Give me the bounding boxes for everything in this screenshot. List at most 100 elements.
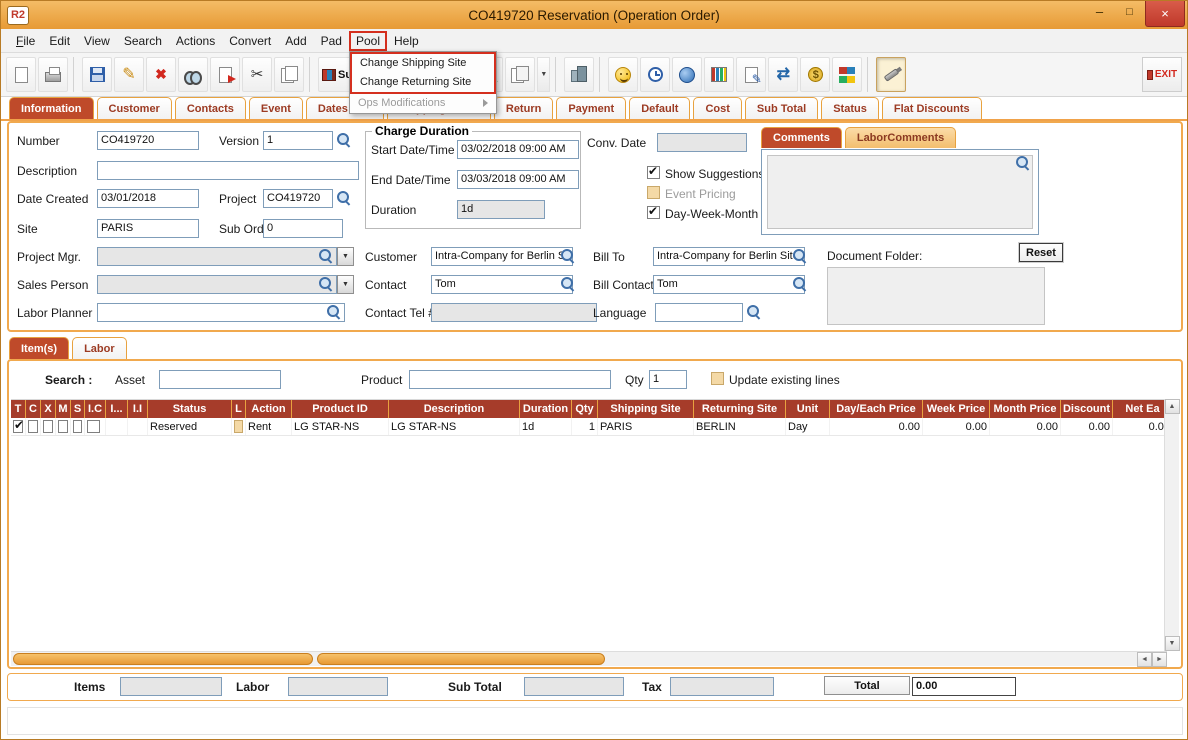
maximize-button[interactable]: □ bbox=[1115, 1, 1144, 22]
col-header-discount[interactable]: Discount bbox=[1061, 400, 1113, 418]
notes-button[interactable] bbox=[736, 57, 767, 92]
tab-flat-discounts[interactable]: Flat Discounts bbox=[881, 97, 982, 119]
col-header-ic[interactable]: I.C bbox=[85, 400, 106, 418]
cell-unit[interactable]: Day bbox=[786, 418, 830, 435]
bill-contact-search-icon[interactable] bbox=[793, 277, 807, 291]
dwm-pricing-checkbox[interactable] bbox=[647, 204, 660, 219]
menu-actions[interactable]: Actions bbox=[169, 31, 222, 51]
menu-convert[interactable]: Convert bbox=[222, 31, 278, 51]
menu-edit[interactable]: Edit bbox=[42, 31, 77, 51]
finance-button[interactable] bbox=[800, 57, 831, 92]
c-checkbox[interactable] bbox=[28, 420, 38, 433]
col-header-month-price[interactable]: Month Price bbox=[990, 400, 1061, 418]
menu-view[interactable]: View bbox=[77, 31, 117, 51]
catalog-button[interactable] bbox=[704, 57, 735, 92]
project-search-icon[interactable] bbox=[337, 191, 351, 205]
cell-l[interactable] bbox=[232, 418, 246, 435]
start-datetime-field[interactable]: 03/02/2018 09:00 AM bbox=[457, 140, 579, 159]
ic-checkbox[interactable] bbox=[87, 420, 100, 433]
scroll-right-icon[interactable]: ► bbox=[1152, 652, 1167, 667]
find-button[interactable] bbox=[178, 57, 208, 92]
col-header-t[interactable]: T bbox=[11, 400, 26, 418]
col-header-product-id[interactable]: Product ID bbox=[292, 400, 389, 418]
document-folder-box[interactable] bbox=[827, 267, 1045, 325]
cell-duration[interactable]: 1d bbox=[520, 418, 572, 435]
tab-labor-comments[interactable]: LaborComments bbox=[844, 127, 957, 148]
export-button[interactable] bbox=[210, 57, 240, 92]
labor-planner-search-icon[interactable] bbox=[327, 305, 341, 319]
col-header-ii[interactable]: I.I bbox=[128, 400, 148, 418]
cell-product-id[interactable]: LG STAR-NS bbox=[292, 418, 389, 435]
tab-customer[interactable]: Customer bbox=[96, 97, 172, 119]
product-search-input[interactable] bbox=[409, 370, 611, 389]
cut-button[interactable] bbox=[242, 57, 272, 92]
cell-action[interactable]: Rent bbox=[246, 418, 292, 435]
col-header-i[interactable]: I... bbox=[106, 400, 128, 418]
conv-date-field[interactable] bbox=[657, 133, 747, 152]
connector-button[interactable] bbox=[876, 57, 907, 92]
labor-planner-field[interactable] bbox=[97, 303, 345, 322]
customer-search-icon[interactable] bbox=[561, 249, 575, 263]
history-button[interactable] bbox=[640, 57, 671, 92]
cell-status[interactable]: Reserved bbox=[148, 418, 232, 435]
project-mgr-dropdown-button[interactable]: ▼ bbox=[337, 247, 354, 266]
tab-cost[interactable]: Cost bbox=[693, 97, 742, 119]
sales-person-search-icon[interactable] bbox=[319, 277, 333, 291]
show-suggestions-checkbox[interactable] bbox=[647, 164, 660, 179]
menu-add[interactable]: Add bbox=[278, 31, 313, 51]
sales-person-field[interactable] bbox=[97, 275, 337, 294]
cell-day-each-price[interactable]: 0.00 bbox=[830, 418, 923, 435]
site-field[interactable]: PARIS bbox=[97, 219, 199, 238]
cell-m[interactable] bbox=[56, 418, 71, 435]
cell-c[interactable] bbox=[26, 418, 41, 435]
comments-search-icon[interactable] bbox=[1016, 156, 1030, 170]
table-row[interactable]: Reserved Rent LG STAR-NS LG STAR-NS 1d 1… bbox=[11, 418, 1167, 436]
menu-help[interactable]: Help bbox=[387, 31, 426, 51]
project-field[interactable]: CO419720 bbox=[263, 189, 333, 208]
version-field[interactable]: 1 bbox=[263, 131, 333, 150]
cell-month-price[interactable]: 0.00 bbox=[990, 418, 1061, 435]
date-created-field[interactable]: 03/01/2018 bbox=[97, 189, 199, 208]
cell-week-price[interactable]: 0.00 bbox=[923, 418, 990, 435]
number-field[interactable]: CO419720 bbox=[97, 131, 199, 150]
language-search-icon[interactable] bbox=[747, 305, 761, 319]
project-mgr-search-icon[interactable] bbox=[319, 249, 333, 263]
customer-field[interactable]: Intra-Company for Berlin Site bbox=[431, 247, 573, 266]
billto-field[interactable]: Intra-Company for Berlin Site bbox=[653, 247, 805, 266]
version-search-icon[interactable] bbox=[337, 133, 351, 147]
tab-comments[interactable]: Comments bbox=[761, 127, 842, 148]
col-header-m[interactable]: M bbox=[56, 400, 71, 418]
print-button[interactable] bbox=[38, 57, 68, 92]
col-header-action[interactable]: Action bbox=[246, 400, 292, 418]
s-checkbox[interactable] bbox=[73, 420, 82, 433]
cell-discount[interactable]: 0.00 bbox=[1061, 418, 1113, 435]
tab-status[interactable]: Status bbox=[821, 97, 879, 119]
tab-default[interactable]: Default bbox=[629, 97, 691, 119]
hscroll-thumb-left[interactable] bbox=[13, 653, 313, 665]
contact-tel-field[interactable] bbox=[431, 303, 597, 322]
col-header-qty[interactable]: Qty bbox=[572, 400, 598, 418]
col-header-status[interactable]: Status bbox=[148, 400, 232, 418]
web-button[interactable] bbox=[672, 57, 703, 92]
vertical-scrollbar[interactable]: ▲ ▼ bbox=[1164, 399, 1180, 651]
modules-button[interactable] bbox=[832, 57, 863, 92]
contact-search-icon[interactable] bbox=[561, 277, 575, 291]
tab-event[interactable]: Event bbox=[248, 97, 303, 119]
tab-return[interactable]: Return bbox=[493, 97, 554, 119]
delete-button[interactable] bbox=[146, 57, 176, 92]
reset-button[interactable]: Reset bbox=[1019, 243, 1063, 262]
col-header-unit[interactable]: Unit bbox=[786, 400, 830, 418]
cell-x[interactable] bbox=[41, 418, 56, 435]
billto-search-icon[interactable] bbox=[793, 249, 807, 263]
cell-s[interactable] bbox=[71, 418, 85, 435]
col-header-returning-site[interactable]: Returning Site bbox=[694, 400, 786, 418]
scroll-up-icon[interactable]: ▲ bbox=[1164, 399, 1180, 414]
x-checkbox[interactable] bbox=[43, 420, 53, 433]
qty-input[interactable]: 1 bbox=[649, 370, 687, 389]
col-header-net-each[interactable]: Net Ea bbox=[1113, 400, 1167, 418]
sync-button[interactable] bbox=[768, 57, 799, 92]
tab-payment[interactable]: Payment bbox=[556, 97, 627, 119]
hscroll-thumb-right[interactable] bbox=[317, 653, 605, 665]
menu-item-ops-modifications[interactable]: Ops Modifications bbox=[350, 94, 496, 113]
event-pricing-checkbox[interactable] bbox=[647, 186, 660, 199]
